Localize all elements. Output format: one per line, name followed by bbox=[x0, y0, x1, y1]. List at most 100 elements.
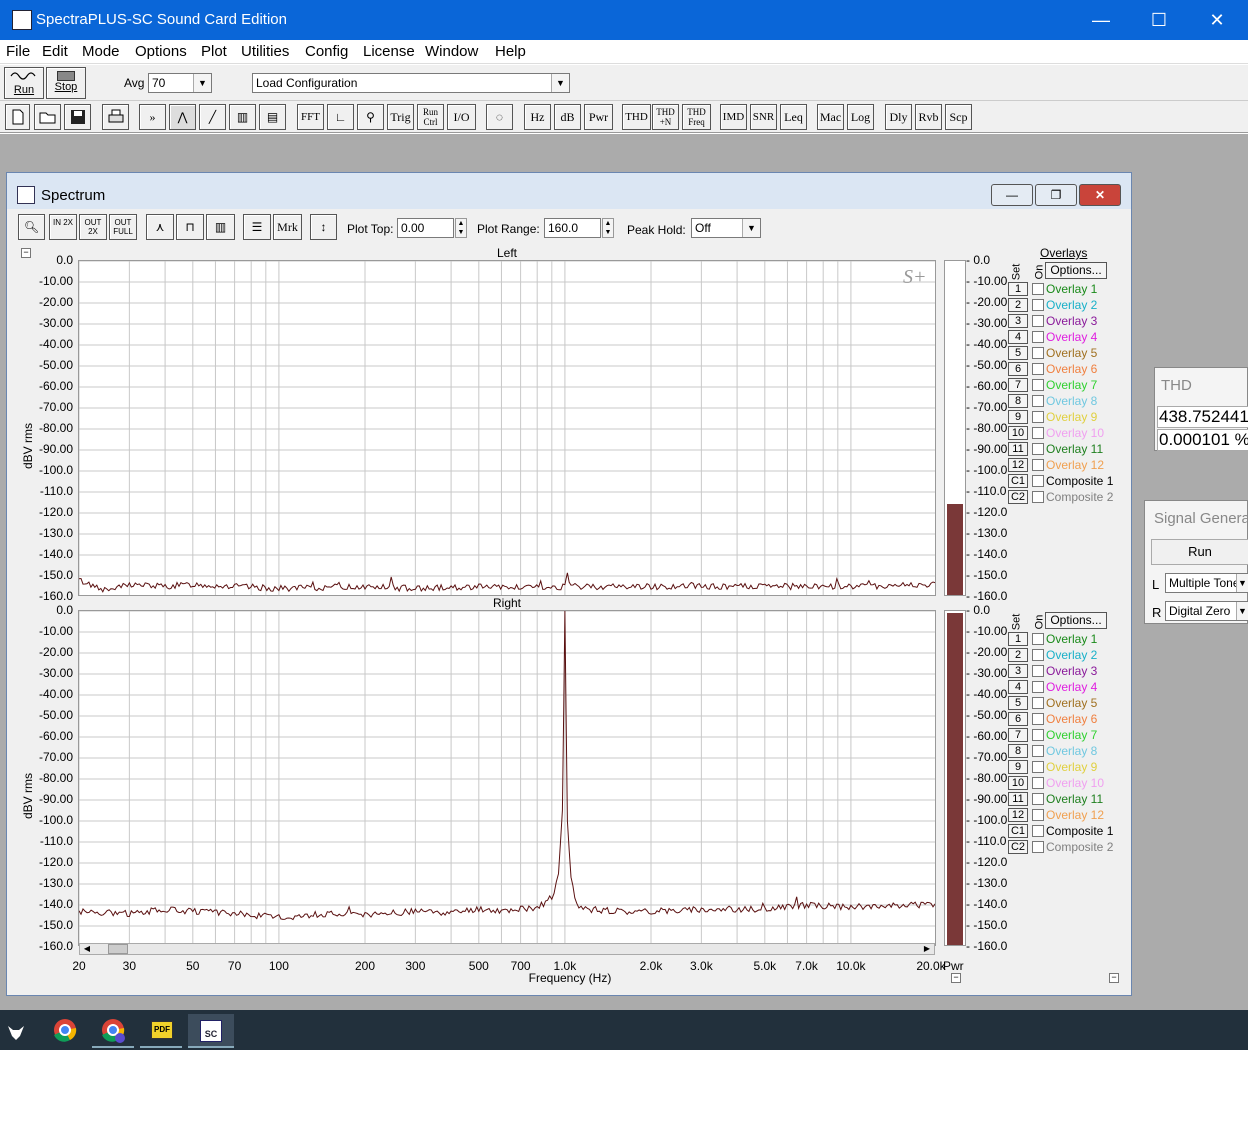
overlay-on-checkbox[interactable] bbox=[1032, 825, 1044, 837]
overlay-on-checkbox[interactable] bbox=[1032, 315, 1044, 327]
overlay-set-button[interactable]: 6 bbox=[1008, 362, 1028, 376]
overlay-set-button[interactable]: 12 bbox=[1008, 808, 1028, 822]
chrome-icon[interactable] bbox=[44, 1014, 86, 1048]
db-button[interactable]: dB bbox=[554, 104, 581, 130]
overlay-on-checkbox[interactable] bbox=[1032, 443, 1044, 455]
overlay-on-checkbox[interactable] bbox=[1032, 331, 1044, 343]
save-button[interactable] bbox=[64, 104, 91, 130]
plot-top-input[interactable]: 0.00 bbox=[397, 218, 454, 238]
stop-button[interactable]: Stop bbox=[46, 67, 86, 99]
fft-button[interactable]: FFT bbox=[297, 104, 324, 130]
overlay-on-checkbox[interactable] bbox=[1032, 809, 1044, 821]
run-control-button[interactable]: Run Ctrl bbox=[417, 104, 444, 130]
overlay-on-checkbox[interactable] bbox=[1032, 363, 1044, 375]
menu-mode[interactable]: Mode bbox=[82, 43, 120, 60]
imd-button[interactable]: IMD bbox=[720, 104, 747, 130]
plot-top-spinner[interactable]: ▲ ▼ bbox=[455, 218, 467, 238]
overlay-on-checkbox[interactable] bbox=[1032, 697, 1044, 709]
menu-window[interactable]: Window bbox=[425, 43, 478, 60]
print-button[interactable] bbox=[102, 104, 129, 130]
overlay-set-button[interactable]: 10 bbox=[1008, 426, 1028, 440]
overlay-on-checkbox[interactable] bbox=[1032, 283, 1044, 295]
frequency-scrollbar[interactable]: ◀ ▶ bbox=[79, 943, 935, 955]
open-button[interactable] bbox=[34, 104, 61, 130]
overlay-set-button[interactable]: C2 bbox=[1008, 490, 1028, 504]
overlay-on-checkbox[interactable] bbox=[1032, 299, 1044, 311]
overlay-set-button[interactable]: 2 bbox=[1008, 648, 1028, 662]
overlay-set-button[interactable]: 2 bbox=[1008, 298, 1028, 312]
bar-plot-button[interactable]: ▥ bbox=[206, 214, 235, 240]
menu-help[interactable]: Help bbox=[495, 43, 526, 60]
fast-forward-button[interactable]: » bbox=[139, 104, 166, 130]
menu-options[interactable]: Options bbox=[135, 43, 187, 60]
menu-edit[interactable]: Edit bbox=[42, 43, 68, 60]
overlay-set-button[interactable]: C2 bbox=[1008, 840, 1028, 854]
pwr-button[interactable]: Pwr bbox=[584, 104, 613, 130]
autoscale-button[interactable]: ↕ bbox=[310, 214, 337, 240]
run-button[interactable]: Run bbox=[4, 67, 44, 99]
spectraplus-icon[interactable]: SC bbox=[188, 1014, 234, 1048]
overlay-on-checkbox[interactable] bbox=[1032, 427, 1044, 439]
chrome-profile-icon[interactable] bbox=[92, 1014, 134, 1048]
overlay-on-checkbox[interactable] bbox=[1032, 411, 1044, 423]
zoom-out-2x-button[interactable]: OUT 2X bbox=[79, 214, 107, 240]
plot-properties-button[interactable]: ☰ bbox=[243, 214, 271, 240]
overlay-options-button-left[interactable]: Options... bbox=[1045, 262, 1107, 279]
overlay-set-button[interactable]: 7 bbox=[1008, 728, 1028, 742]
overlay-set-button[interactable]: 5 bbox=[1008, 346, 1028, 360]
overlay-on-checkbox[interactable] bbox=[1032, 761, 1044, 773]
overlay-set-button[interactable]: 4 bbox=[1008, 680, 1028, 694]
snr-button[interactable]: SNR bbox=[750, 104, 777, 130]
menu-license[interactable]: License bbox=[363, 43, 415, 60]
overlay-set-button[interactable]: 9 bbox=[1008, 410, 1028, 424]
weighting-button[interactable]: ⚲ bbox=[357, 104, 384, 130]
fox-app-icon[interactable] bbox=[0, 1014, 42, 1048]
macro-button[interactable]: Mac bbox=[817, 104, 844, 130]
scope-button[interactable]: Scp bbox=[945, 104, 972, 130]
overlay-set-button[interactable]: 8 bbox=[1008, 744, 1028, 758]
overlay-set-button[interactable]: 11 bbox=[1008, 442, 1028, 456]
minimize-button[interactable]: — bbox=[1072, 0, 1130, 40]
spectrum-minimize-button[interactable]: — bbox=[991, 184, 1033, 206]
scroll-right-icon[interactable]: ▶ bbox=[920, 944, 934, 954]
overlay-set-button[interactable]: C1 bbox=[1008, 824, 1028, 838]
zoom-button[interactable]: 🔍︎ bbox=[18, 214, 45, 240]
plot-range-spinner[interactable]: ▲ ▼ bbox=[602, 218, 614, 238]
peak-hold-select[interactable]: Off ▼ bbox=[691, 218, 761, 238]
close-button[interactable]: ✕ bbox=[1188, 0, 1246, 40]
overlay-set-button[interactable]: C1 bbox=[1008, 474, 1028, 488]
spectrum-close-button[interactable]: ✕ bbox=[1079, 184, 1121, 206]
overlay-on-checkbox[interactable] bbox=[1032, 475, 1044, 487]
overlay-on-checkbox[interactable] bbox=[1032, 841, 1044, 853]
overlay-on-checkbox[interactable] bbox=[1032, 491, 1044, 503]
overlay-set-button[interactable]: 3 bbox=[1008, 314, 1028, 328]
scroll-thumb[interactable] bbox=[108, 944, 128, 954]
axis-button[interactable]: ∟ bbox=[327, 104, 354, 130]
menu-plot[interactable]: Plot bbox=[201, 43, 227, 60]
overlay-set-button[interactable]: 1 bbox=[1008, 282, 1028, 296]
overlay-set-button[interactable]: 8 bbox=[1008, 394, 1028, 408]
overlay-on-checkbox[interactable] bbox=[1032, 777, 1044, 789]
left-channel-select[interactable]: Multiple Tones ▼ bbox=[1165, 573, 1248, 593]
3d-surface-button[interactable]: ▤ bbox=[259, 104, 286, 130]
log-button[interactable]: Log bbox=[847, 104, 874, 130]
overlay-set-button[interactable]: 4 bbox=[1008, 330, 1028, 344]
overlay-set-button[interactable]: 10 bbox=[1008, 776, 1028, 790]
configuration-select[interactable]: Load Configuration ▼ bbox=[252, 73, 570, 93]
new-file-button[interactable] bbox=[5, 104, 30, 130]
delay-button[interactable]: Dly bbox=[885, 104, 912, 130]
pdf-reader-icon[interactable]: PDF bbox=[140, 1014, 182, 1048]
scroll-left-icon[interactable]: ◀ bbox=[80, 944, 94, 954]
overlay-on-checkbox[interactable] bbox=[1032, 729, 1044, 741]
overlay-set-button[interactable]: 6 bbox=[1008, 712, 1028, 726]
overlay-set-button[interactable]: 5 bbox=[1008, 696, 1028, 710]
left-channel-plot[interactable] bbox=[78, 260, 936, 596]
menu-config[interactable]: Config bbox=[305, 43, 348, 60]
right-channel-select[interactable]: Digital Zero ▼ bbox=[1165, 601, 1248, 621]
plot-range-input[interactable]: 160.0 bbox=[544, 218, 601, 238]
overlay-on-checkbox[interactable] bbox=[1032, 379, 1044, 391]
reverb-button[interactable]: Rvb bbox=[915, 104, 942, 130]
hz-button[interactable]: Hz bbox=[524, 104, 551, 130]
zoom-in-2x-button[interactable]: IN 2X bbox=[49, 214, 77, 240]
zoom-full-button[interactable]: OUT FULL bbox=[109, 214, 137, 240]
